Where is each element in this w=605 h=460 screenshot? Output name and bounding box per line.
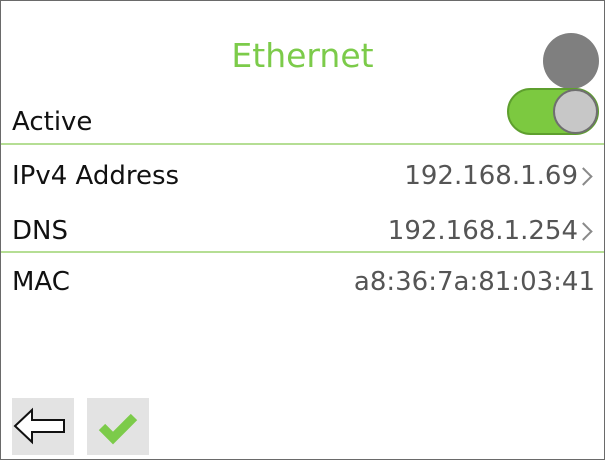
left-arrow-icon [13, 407, 65, 445]
checkmark-icon [98, 413, 138, 445]
toggle-knob [553, 89, 598, 134]
mac-value: a8:36:7a:81:03:41 [353, 267, 595, 297]
page-title: Ethernet [231, 36, 374, 75]
back-button[interactable] [12, 398, 74, 455]
status-indicator [543, 33, 599, 89]
mac-row: MAC a8:36:7a:81:03:41 [1, 261, 604, 303]
ethernet-settings-screen: Ethernet Active IPv4 Address 192.168.1.6… [0, 0, 605, 460]
mac-label: MAC [12, 267, 70, 297]
divider-dns [1, 251, 604, 253]
dns-label: DNS [12, 216, 68, 246]
confirm-button[interactable] [87, 398, 149, 455]
ipv4-row[interactable]: IPv4 Address 192.168.1.69 [1, 155, 604, 197]
divider-active [1, 143, 604, 145]
active-toggle[interactable] [507, 88, 599, 135]
ipv4-label: IPv4 Address [12, 161, 180, 191]
dns-row[interactable]: DNS 192.168.1.254 [1, 210, 604, 252]
active-label: Active [12, 107, 93, 137]
ipv4-value: 192.168.1.69 [404, 161, 578, 191]
dns-value: 192.168.1.254 [387, 216, 578, 246]
